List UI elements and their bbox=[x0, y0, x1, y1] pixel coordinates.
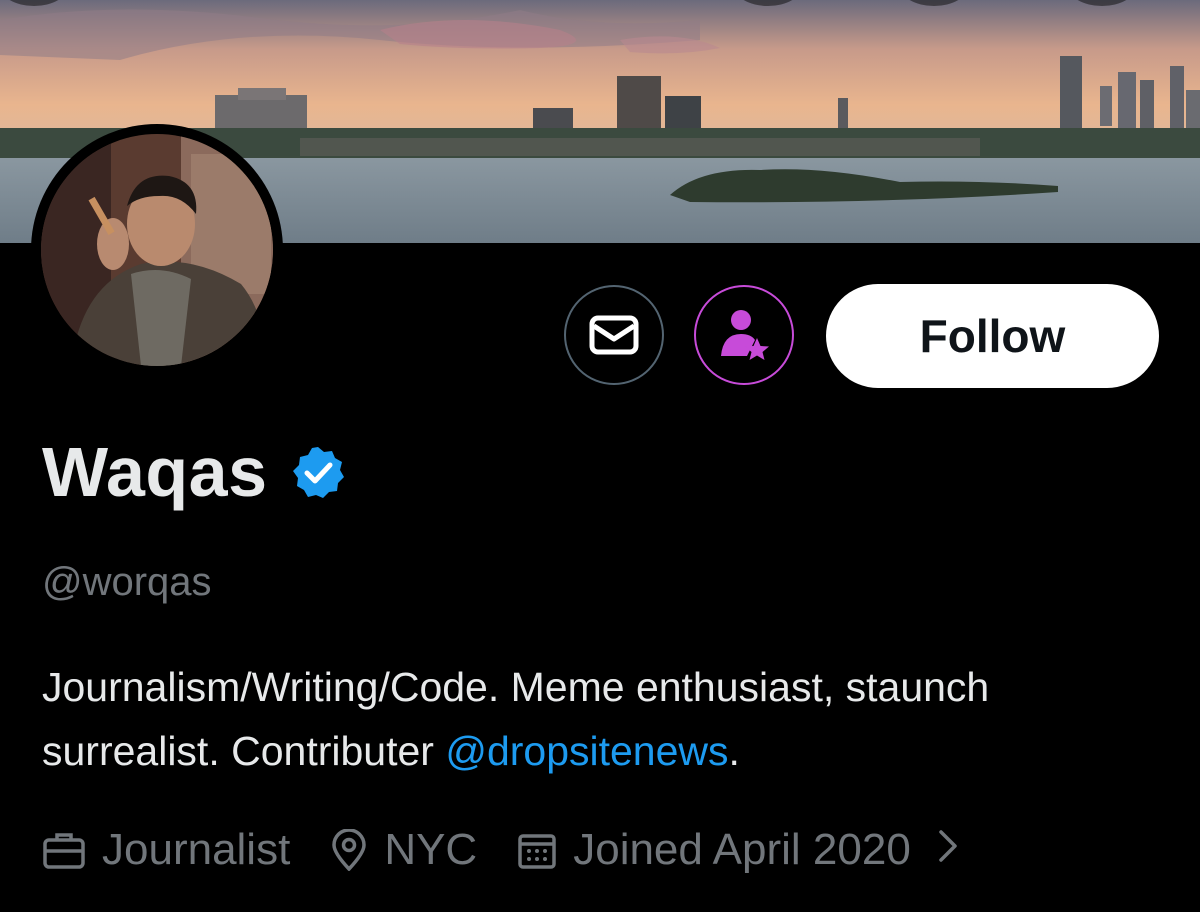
subscribe-button[interactable] bbox=[694, 285, 794, 385]
occupation: Journalist bbox=[42, 825, 290, 875]
bio-end: . bbox=[728, 728, 740, 774]
subscribe-star-icon bbox=[721, 310, 769, 360]
message-button[interactable] bbox=[564, 285, 664, 385]
display-name: Waqas bbox=[42, 433, 268, 511]
profile-meta: Journalist NYC Joined April 2020 bbox=[42, 825, 961, 875]
location-label: NYC bbox=[384, 825, 478, 874]
joined-label: Joined April 2020 bbox=[573, 825, 911, 874]
verified-badge-icon[interactable] bbox=[290, 445, 346, 506]
briefcase-icon bbox=[43, 833, 85, 869]
username-handle: @worqas bbox=[42, 560, 212, 604]
location-pin-icon bbox=[332, 829, 367, 871]
envelope-icon bbox=[589, 315, 639, 355]
avatar[interactable] bbox=[31, 124, 283, 376]
joined-date: Joined April 2020 bbox=[517, 825, 911, 875]
location: NYC bbox=[330, 825, 477, 875]
chevron-right-icon[interactable] bbox=[935, 825, 961, 875]
avatar-photo bbox=[41, 134, 273, 366]
display-name-row: Waqas bbox=[42, 432, 346, 512]
occupation-label: Journalist bbox=[102, 825, 291, 874]
bio: Journalism/Writing/Code. Meme enthusiast… bbox=[42, 655, 1162, 783]
follow-button[interactable]: Follow bbox=[826, 284, 1159, 388]
bio-mention-link[interactable]: @dropsitenews bbox=[445, 728, 728, 774]
calendar-icon bbox=[518, 834, 556, 869]
